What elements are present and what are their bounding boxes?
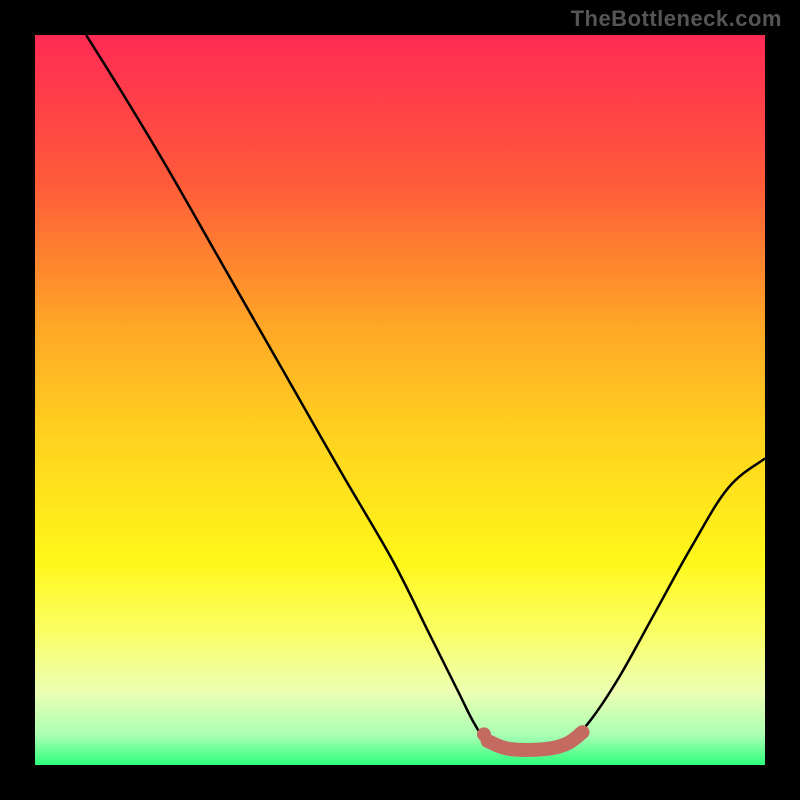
chart-frame: TheBottleneck.com xyxy=(0,0,800,800)
plot-background xyxy=(35,35,765,765)
marker-dot xyxy=(477,727,491,741)
chart-canvas xyxy=(0,0,800,800)
watermark-text: TheBottleneck.com xyxy=(571,6,782,32)
